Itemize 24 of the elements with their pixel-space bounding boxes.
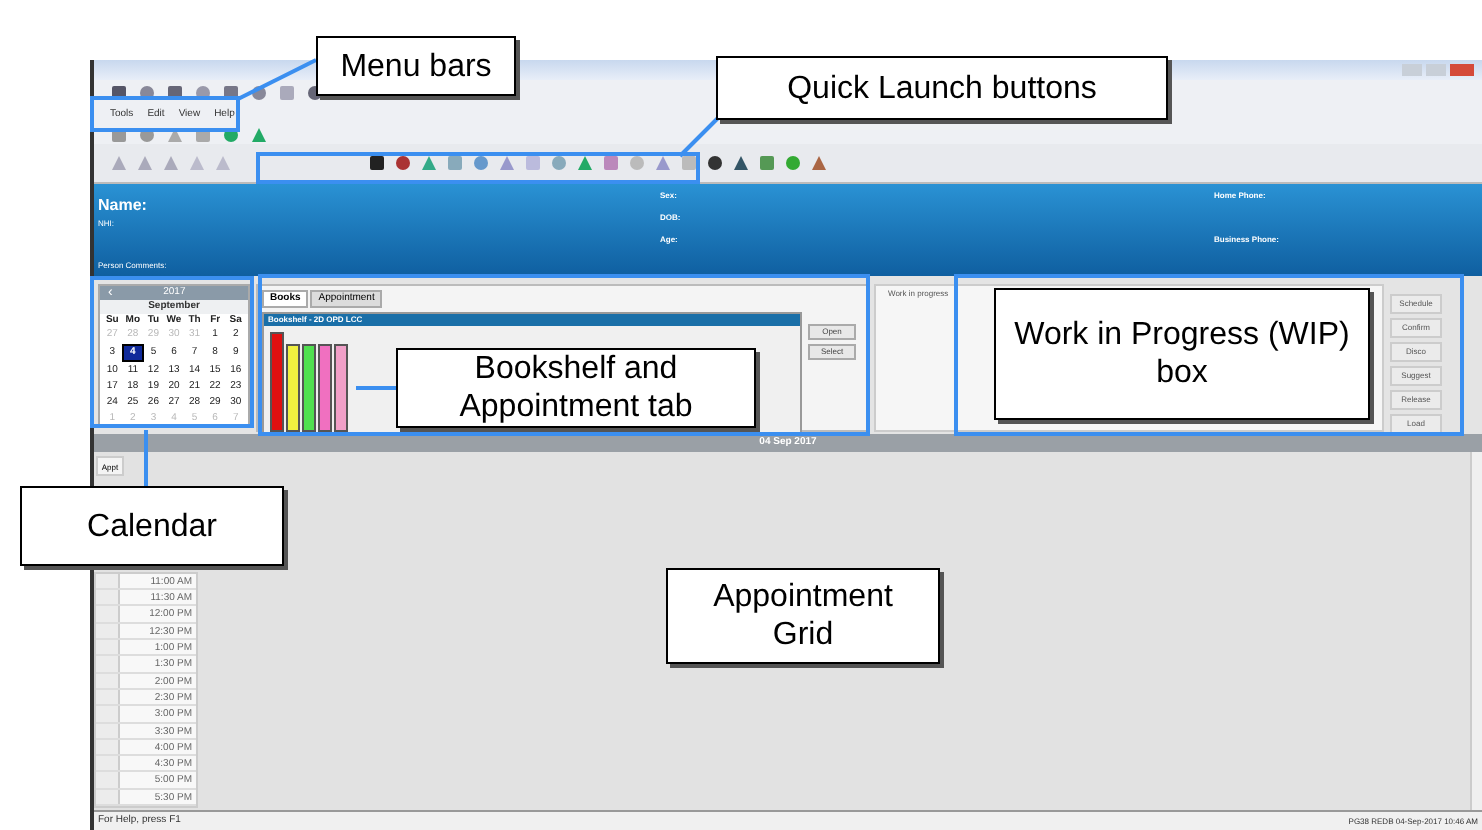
scrollbar[interactable] <box>1470 452 1482 810</box>
book-spine[interactable] <box>334 344 348 432</box>
callout: Work in Progress (WIP) box <box>994 288 1370 420</box>
row-handle[interactable] <box>96 606 120 622</box>
callout: Bookshelf and Appointment tab <box>396 348 756 428</box>
leader-line <box>356 386 396 390</box>
book-spine[interactable] <box>302 344 316 432</box>
row-handle[interactable] <box>96 772 120 788</box>
row-handle[interactable] <box>96 756 120 771</box>
callout: Calendar <box>20 486 284 566</box>
book-spine[interactable] <box>318 344 332 432</box>
row-handle[interactable] <box>96 706 120 722</box>
callout: Appointment Grid <box>666 568 940 664</box>
field-label: Name: <box>98 198 147 214</box>
row-handle[interactable] <box>96 656 120 672</box>
leader-line <box>678 114 722 158</box>
row-handle[interactable] <box>96 640 120 655</box>
row-handle[interactable] <box>96 590 120 605</box>
book-spine[interactable] <box>286 344 300 432</box>
row-handle[interactable] <box>96 573 120 589</box>
callout: Menu bars <box>316 36 516 96</box>
callout: Quick Launch buttons <box>716 56 1168 120</box>
leader-line <box>235 58 317 102</box>
leader-line <box>144 430 148 486</box>
